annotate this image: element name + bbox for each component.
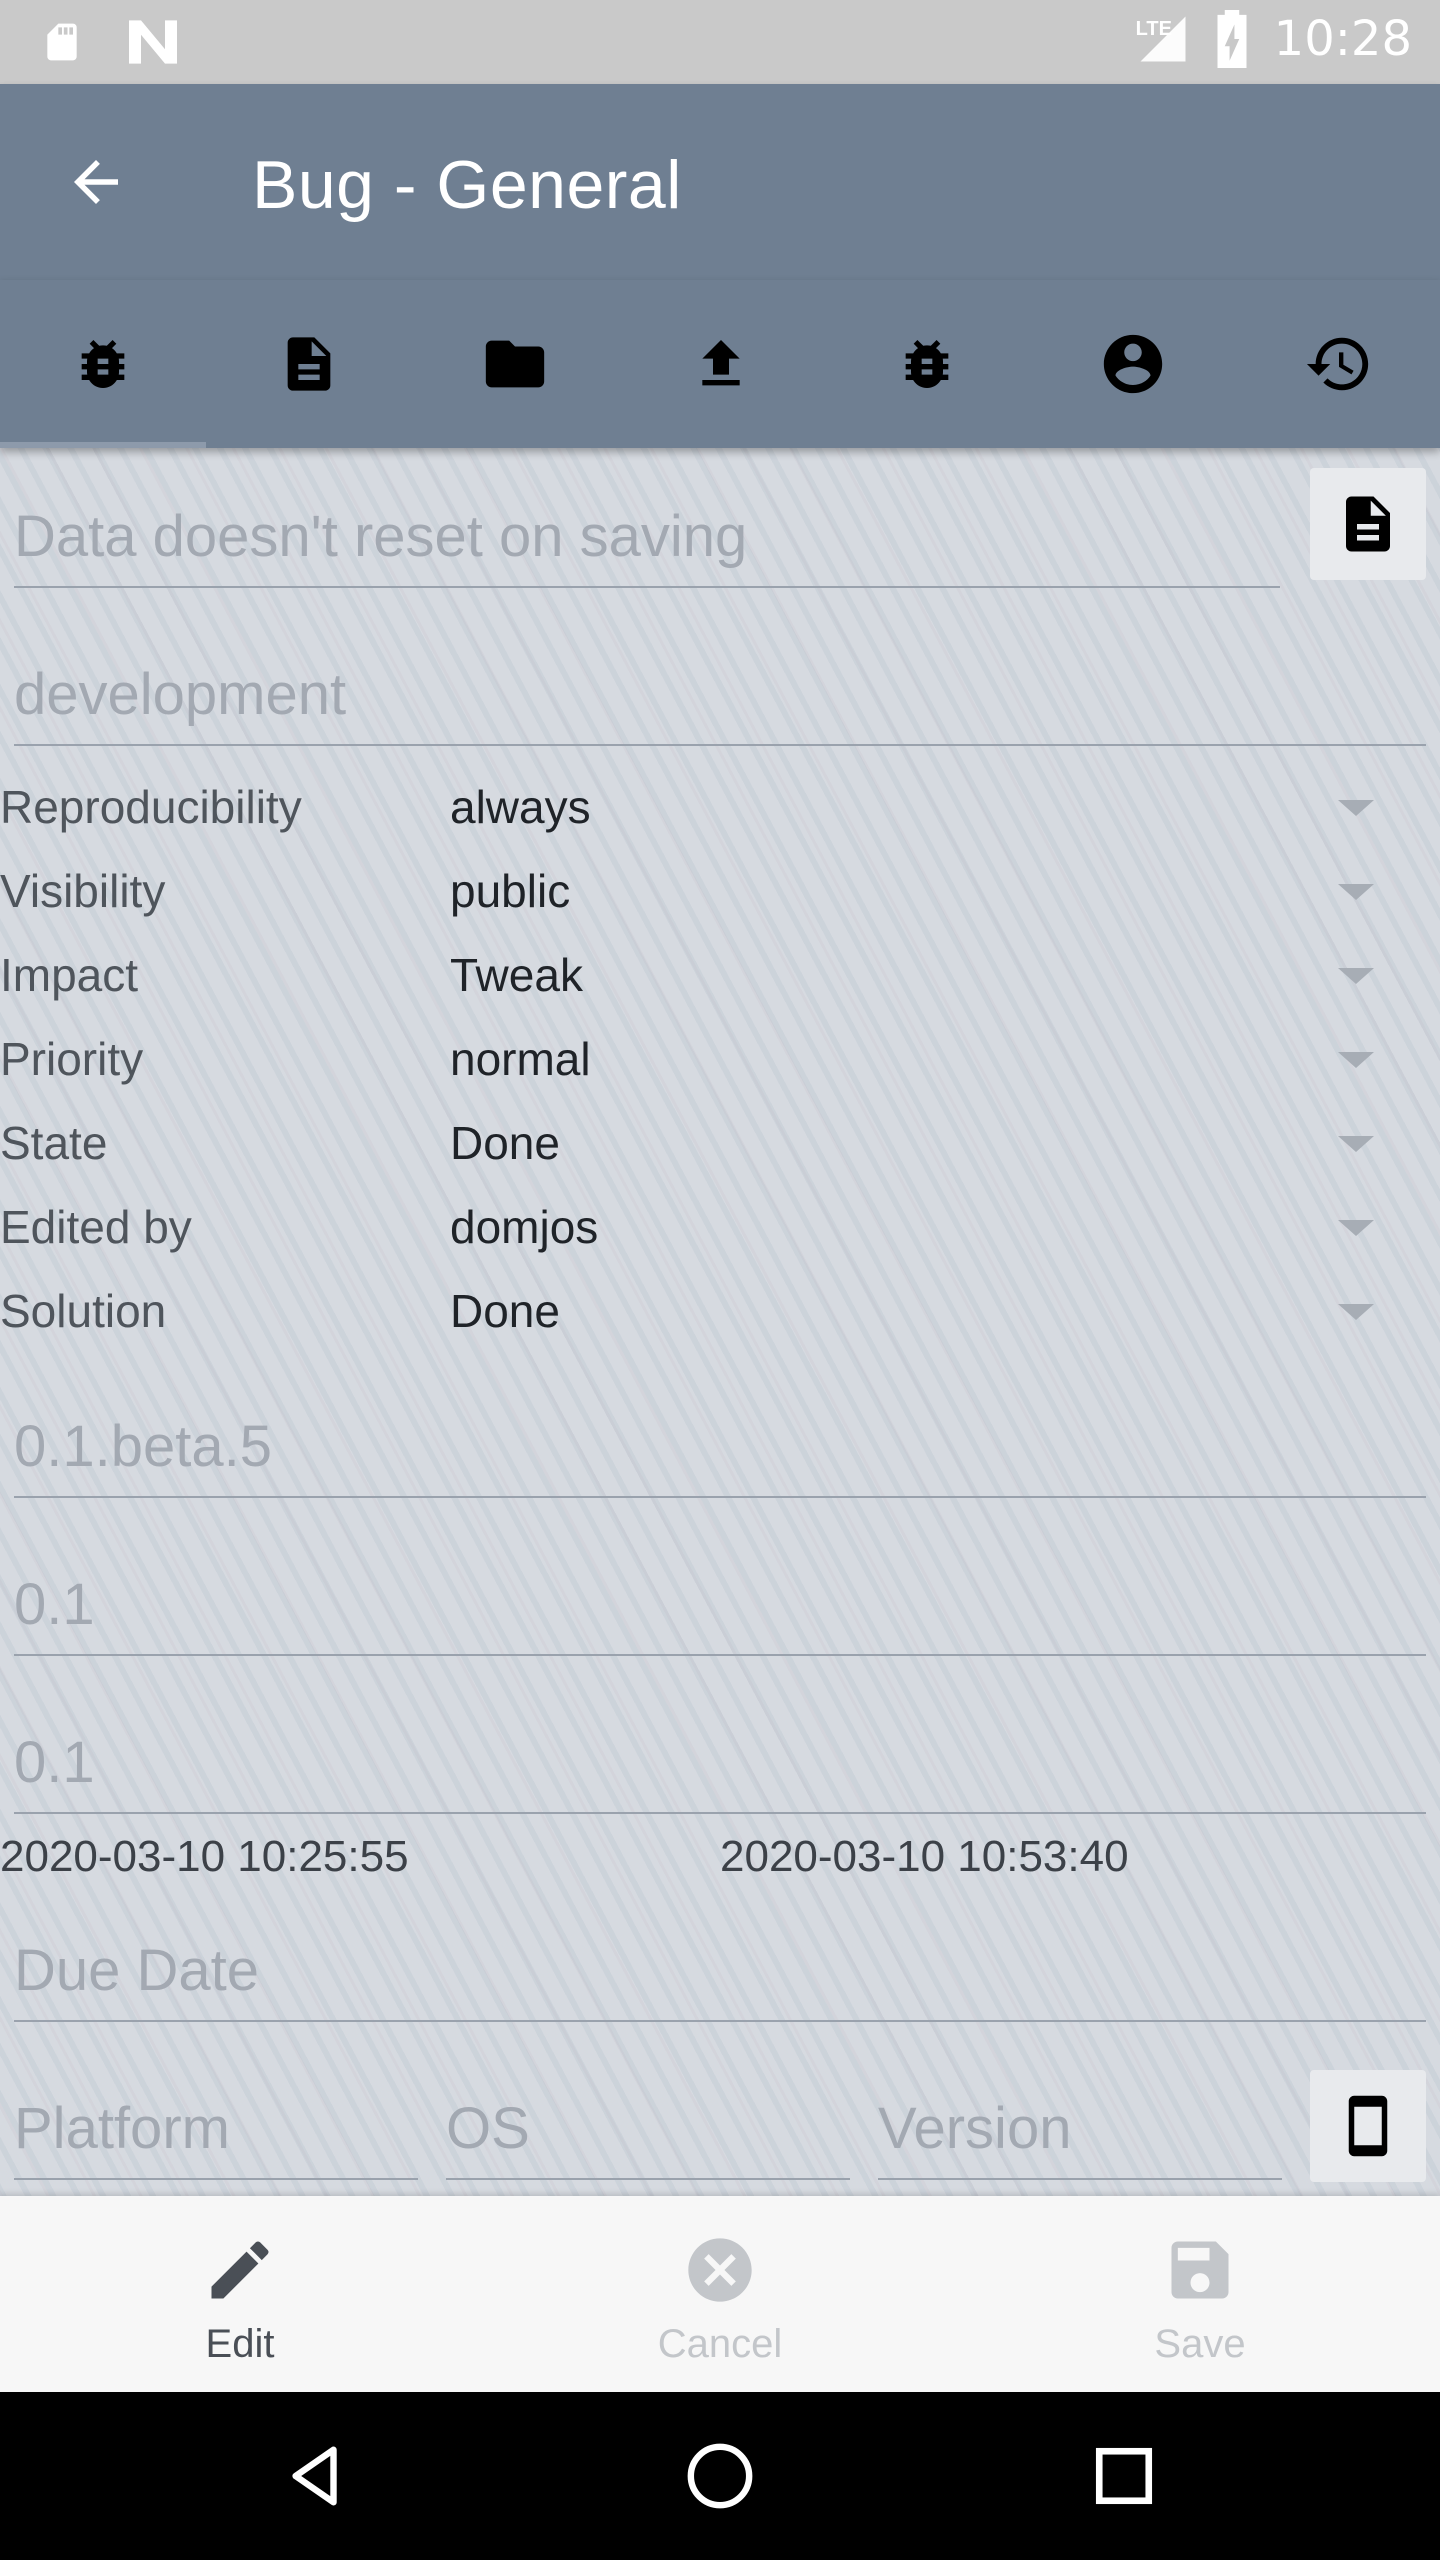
back-button[interactable] [56, 142, 136, 222]
status-bar: LTE 10:28 [0, 0, 1440, 84]
field-value: Tweak [450, 949, 583, 1001]
summary-placeholder: Data doesn't reset on saving [14, 504, 748, 569]
dropdown-arrow-icon [1338, 1220, 1374, 1236]
fixed-in-placeholder: 0.1 [14, 1572, 95, 1637]
field-label: Priority [0, 1033, 144, 1085]
due-date-placeholder: Due Date [14, 1938, 260, 2003]
dropdown-arrow-icon [1338, 1052, 1374, 1068]
history-icon [1306, 337, 1369, 391]
summary-input[interactable]: Data doesn't reset on saving [14, 468, 1280, 588]
field-label: Reproducibility [0, 781, 302, 833]
visibility-spinner[interactable]: Visibility public [0, 850, 1440, 934]
fixed-in-version-input[interactable]: 0.1 [14, 1536, 1426, 1656]
circle-home-icon [687, 2443, 753, 2509]
field-label: Visibility [0, 865, 166, 917]
field-value: normal [450, 1033, 591, 1085]
os-version-placeholder: Version [878, 2096, 1072, 2161]
tab-related-bugs[interactable] [824, 280, 1030, 448]
bug-icon [81, 340, 125, 388]
device-button[interactable] [1310, 2070, 1426, 2182]
solution-spinner[interactable]: Solution Done [0, 1270, 1440, 1354]
tab-bar [0, 280, 1440, 448]
app-bar: Bug - General [0, 84, 1440, 280]
impact-spinner[interactable]: Impact Tweak [0, 934, 1440, 1018]
cancel-label: Cancel [657, 2322, 783, 2366]
created-date: 2020-03-10 10:25:55 [0, 1832, 409, 1881]
triangle-back-icon [292, 2446, 337, 2506]
folder-icon [485, 340, 545, 388]
version-placeholder: 0.1.beta.5 [14, 1414, 272, 1479]
platform-input[interactable]: Platform [14, 2060, 418, 2180]
nav-home-button[interactable] [670, 2426, 770, 2526]
dropdown-arrow-icon [1338, 1136, 1374, 1152]
cancel-button[interactable]: Cancel [480, 2196, 960, 2392]
tab-description[interactable] [206, 280, 412, 448]
tab-folder[interactable] [412, 280, 618, 448]
target-placeholder: 0.1 [14, 1730, 95, 1795]
field-value: Done [450, 1285, 560, 1337]
cancel-icon [688, 2238, 752, 2302]
clock: 10:28 [1273, 11, 1412, 67]
smartphone-icon [1348, 2095, 1388, 2157]
os-input[interactable]: OS [446, 2060, 850, 2180]
field-label: Solution [0, 1285, 167, 1337]
battery-charging-icon [1217, 10, 1247, 68]
pencil-icon [211, 2241, 269, 2299]
dropdown-arrow-icon [1338, 1304, 1374, 1320]
os-placeholder: OS [446, 2096, 530, 2161]
sd-card-icon [47, 23, 77, 61]
signal-icon: LTE [1136, 12, 1190, 66]
category-placeholder: development [14, 662, 347, 727]
field-label: State [0, 1117, 108, 1169]
upload-icon [702, 340, 740, 386]
bug-general-form: Data doesn't reset on saving development… [0, 448, 1440, 2196]
save-button[interactable]: Save [960, 2196, 1440, 2392]
tab-indicator [0, 442, 206, 448]
save-label: Save [1154, 2322, 1246, 2366]
tab-users[interactable] [1030, 280, 1236, 448]
reproducibility-spinner[interactable]: Reproducibility always [0, 766, 1440, 850]
target-version-input[interactable]: 0.1 [14, 1694, 1426, 1814]
dropdown-arrow-icon [1338, 800, 1374, 816]
square-recents-icon [1095, 2447, 1153, 2505]
bug-icon [905, 340, 949, 388]
field-value: domjos [450, 1201, 599, 1253]
notification-n-icon [129, 20, 177, 64]
tab-bug[interactable] [0, 280, 206, 448]
tab-history[interactable] [1236, 280, 1440, 448]
priority-spinner[interactable]: Priority normal [0, 1018, 1440, 1102]
page-title: Bug - General [252, 147, 682, 223]
due-date-input[interactable]: Due Date [14, 1902, 1426, 2022]
tab-attachments[interactable] [618, 280, 824, 448]
platform-placeholder: Platform [14, 2096, 230, 2161]
edited-by-spinner[interactable]: Edited by domjos [0, 1186, 1440, 1270]
field-value: always [450, 781, 591, 833]
document-icon [287, 337, 331, 391]
save-icon [1171, 2241, 1229, 2299]
arrow-back-icon [74, 160, 118, 204]
edit-label: Edit [205, 2322, 275, 2366]
nav-back-button[interactable] [266, 2426, 366, 2526]
account-circle-icon [1103, 334, 1163, 394]
nav-recents-button[interactable] [1074, 2426, 1174, 2526]
field-value: public [450, 865, 571, 917]
document-icon [1346, 496, 1390, 552]
system-navigation-bar [0, 2392, 1440, 2560]
dropdown-arrow-icon [1338, 968, 1374, 984]
edit-button[interactable]: Edit [0, 2196, 480, 2392]
field-value: Done [450, 1117, 560, 1169]
bottom-action-bar: Edit Cancel Save [0, 2196, 1440, 2392]
description-button[interactable] [1310, 468, 1426, 580]
field-label: Impact [0, 949, 139, 1001]
dropdown-arrow-icon [1338, 884, 1374, 900]
os-version-input[interactable]: Version [878, 2060, 1282, 2180]
state-spinner[interactable]: State Done [0, 1102, 1440, 1186]
field-label: Edited by [0, 1201, 192, 1253]
category-input[interactable]: development [14, 626, 1426, 746]
updated-date: 2020-03-10 10:53:40 [720, 1832, 1129, 1881]
version-input[interactable]: 0.1.beta.5 [14, 1378, 1426, 1498]
